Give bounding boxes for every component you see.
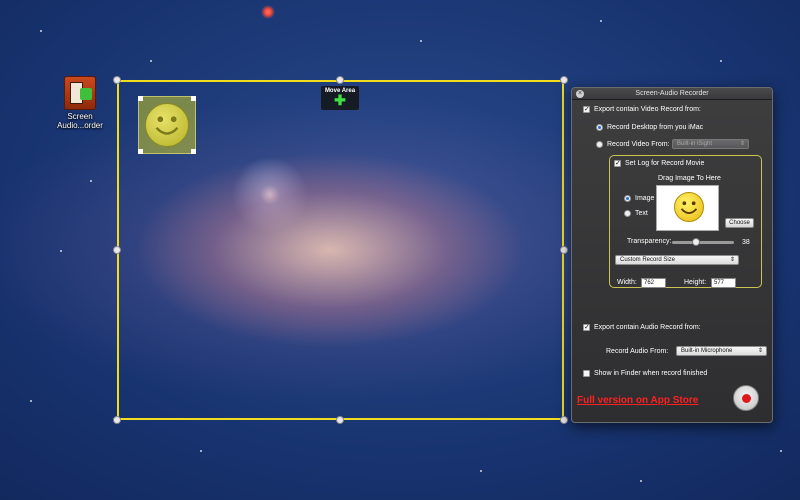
- desktop-app-icon[interactable]: Screen Audio...order: [50, 76, 110, 130]
- resize-handle-bottom-right[interactable]: [560, 416, 568, 424]
- record-button[interactable]: [733, 385, 759, 411]
- panel-titlebar: × Screen-Audio Recorder: [572, 88, 772, 100]
- export-audio-row[interactable]: ✓ Export contain Audio Record from:: [583, 324, 701, 331]
- set-logo-checkbox[interactable]: ✓: [614, 160, 621, 167]
- logo-type-image-label: Image: [635, 195, 655, 202]
- transparency-label: Transparency:: [627, 238, 672, 245]
- resize-handle-bottom-left[interactable]: [113, 416, 121, 424]
- full-version-link[interactable]: Full version on App Store: [577, 395, 698, 406]
- record-desktop-row[interactable]: Record Desktop from you iMac: [596, 124, 703, 131]
- record-video-from-row[interactable]: Record Video From:: [596, 141, 670, 148]
- export-audio-checkbox[interactable]: ✓: [583, 324, 590, 331]
- chevron-updown-icon: ⇕: [739, 141, 745, 147]
- record-video-from-label: Record Video From:: [607, 141, 670, 148]
- export-video-row[interactable]: ✓ Export contain Video Record from:: [583, 106, 701, 113]
- show-in-finder-checkbox[interactable]: [583, 370, 590, 377]
- logo-type-text-label: Text: [635, 210, 648, 217]
- chevron-updown-icon: ⇕: [757, 348, 763, 354]
- audio-source-value: Built-in Microphone: [681, 348, 733, 354]
- set-logo-label: Set Log for Record Movie: [625, 160, 705, 167]
- transparency-slider[interactable]: [672, 238, 734, 246]
- transparency-slider-thumb[interactable]: [691, 238, 700, 246]
- resize-handle-middle-left[interactable]: [113, 246, 121, 254]
- set-logo-row[interactable]: ✓ Set Log for Record Movie: [614, 160, 704, 167]
- export-video-label: Export contain Video Record from:: [594, 106, 701, 113]
- smiley-logo-icon: [145, 103, 189, 147]
- record-video-from-radio[interactable]: [596, 141, 603, 148]
- recorder-panel: × Screen-Audio Recorder ✓ Export contain…: [571, 87, 773, 423]
- resize-handle-top-left[interactable]: [113, 76, 121, 84]
- width-field[interactable]: 762: [641, 278, 666, 288]
- record-desktop-radio[interactable]: [596, 124, 603, 131]
- smiley-icon: [674, 192, 704, 222]
- show-in-finder-row[interactable]: Show in Finder when record finished: [583, 370, 707, 377]
- show-in-finder-label: Show in Finder when record finished: [594, 370, 708, 377]
- width-label: Width:: [617, 279, 637, 286]
- logo-type-image-radio[interactable]: [624, 195, 631, 202]
- image-drop-zone[interactable]: [656, 185, 719, 231]
- resize-handle-middle-right[interactable]: [560, 246, 568, 254]
- plus-icon: ✚: [334, 92, 346, 108]
- audio-source-dropdown[interactable]: Built-in Microphone ⇕: [676, 346, 767, 356]
- move-area-handle[interactable]: Move Area ✚: [321, 86, 359, 110]
- drag-image-label: Drag Image To Here: [658, 175, 721, 182]
- logo-type-image-row[interactable]: Image: [624, 195, 654, 202]
- desktop-icon-label: Screen Audio...order: [57, 112, 103, 130]
- logo-type-text-radio[interactable]: [624, 210, 631, 217]
- height-field[interactable]: 577: [711, 278, 736, 288]
- transparency-value: 38: [742, 239, 750, 246]
- export-audio-label: Export contain Audio Record from:: [594, 324, 701, 331]
- height-label: Height:: [684, 279, 707, 286]
- choose-button[interactable]: Choose: [725, 218, 754, 228]
- record-audio-from-label: Record Audio From:: [606, 348, 669, 355]
- export-video-checkbox[interactable]: ✓: [583, 106, 590, 113]
- chevron-updown-icon: ⇕: [729, 257, 735, 263]
- logo-type-text-row[interactable]: Text: [624, 210, 648, 217]
- video-source-dropdown[interactable]: Built-in iSight ⇕: [672, 139, 749, 149]
- record-desktop-label: Record Desktop from you iMac: [607, 124, 704, 131]
- record-icon: [742, 394, 751, 403]
- resize-handle-top-center[interactable]: [336, 76, 344, 84]
- record-size-dropdown[interactable]: Custom Record Size ⇕: [615, 255, 739, 265]
- resize-handle-top-right[interactable]: [560, 76, 568, 84]
- panel-title: Screen-Audio Recorder: [635, 90, 709, 97]
- screen-audio-recorder-app-icon: [64, 76, 96, 110]
- resize-handle-bottom-center[interactable]: [336, 416, 344, 424]
- logo-overlay[interactable]: [138, 96, 196, 154]
- video-source-value: Built-in iSight: [677, 141, 713, 147]
- record-size-value: Custom Record Size: [620, 257, 676, 263]
